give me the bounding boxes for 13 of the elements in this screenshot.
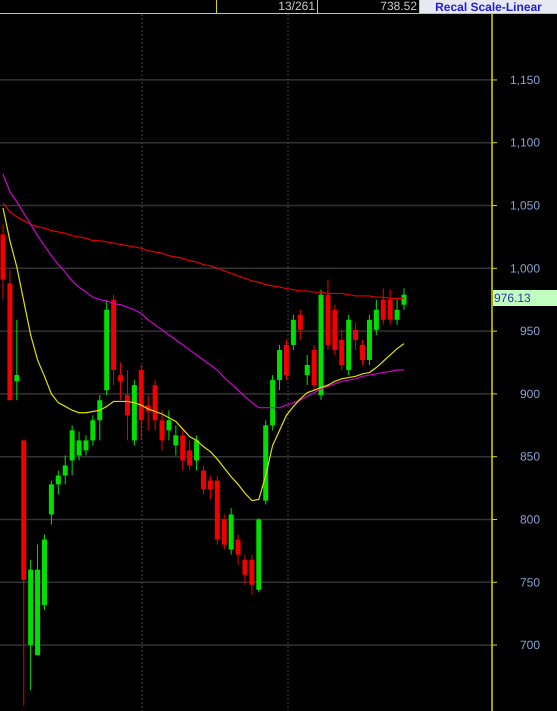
status-readout: 13/261 <box>217 0 318 13</box>
axis-label: 750 <box>520 575 540 590</box>
axis-label: 700 <box>520 638 540 652</box>
axis-label: 900 <box>520 386 540 401</box>
axis-label: 1,050 <box>510 198 540 213</box>
axis-label: 800 <box>520 512 540 526</box>
axis-label: 1,000 <box>510 261 540 276</box>
axis-label: 850 <box>520 450 540 464</box>
axis-label: 1,100 <box>510 136 540 150</box>
axis-label: 1,150 <box>510 72 540 87</box>
last-price-tag: 976.13 <box>493 290 557 306</box>
axis-label: 950 <box>520 324 540 338</box>
recal-scale-button[interactable]: Recal Scale-Linear <box>420 0 557 13</box>
